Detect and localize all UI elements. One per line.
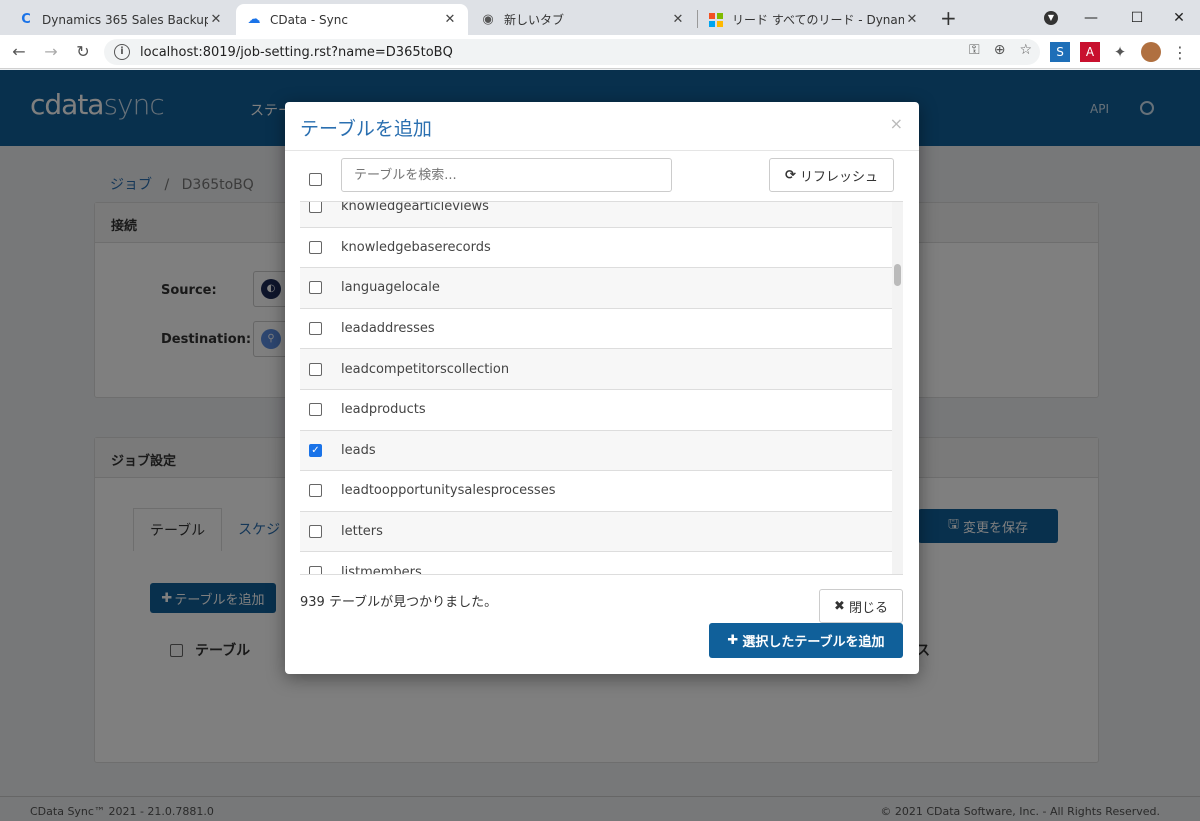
browser-toolbar: ← → ↻ i localhost:8019/job-setting.rst?n… <box>0 35 1200 69</box>
close-tab-icon[interactable]: ✕ <box>670 12 686 27</box>
table-name: leads <box>341 442 376 458</box>
table-row[interactable]: letters <box>300 511 892 553</box>
table-row[interactable]: ✓ leads <box>300 430 892 472</box>
table-row[interactable]: languagelocale <box>300 268 892 309</box>
add-selected-tables-button[interactable]: ✚ 選択したテーブルを追加 <box>709 623 903 658</box>
close-tab-icon[interactable]: ✕ <box>442 12 458 27</box>
table-checkbox[interactable] <box>309 240 322 254</box>
table-row[interactable]: knowledgearticleviews <box>300 201 892 228</box>
table-checkbox[interactable] <box>309 403 322 417</box>
table-checkbox[interactable]: ✓ <box>309 443 322 457</box>
chrome-icon: ◉ <box>482 12 494 27</box>
zoom-icon[interactable]: ⊕ <box>994 42 1006 58</box>
reload-icon[interactable]: ↻ <box>72 41 94 63</box>
new-tab-plus-icon[interactable]: + <box>940 6 957 30</box>
table-row[interactable]: leadtoopportunitysalesprocesses <box>300 471 892 512</box>
browser-tab-bar: C Dynamics 365 Sales Backup | Dyn ✕ ☁ CD… <box>0 0 1200 35</box>
cloud-sync-icon: ☁ <box>247 12 261 27</box>
browser-tab-new-tab[interactable]: ◉ 新しいタブ ✕ <box>470 4 696 35</box>
table-name: knowledgebaserecords <box>341 239 491 255</box>
table-checkbox[interactable] <box>309 484 322 498</box>
table-name: listmembers <box>341 564 422 575</box>
tables-found-count: 939 テーブルが見つかりました。 <box>300 595 498 610</box>
close-tab-icon[interactable]: ✕ <box>208 12 224 27</box>
table-name: leadtoopportunitysalesprocesses <box>341 483 556 499</box>
x-icon: ✖ <box>834 598 845 614</box>
table-row[interactable]: leadcompetitorscollection <box>300 349 892 390</box>
cdata-c-icon: C <box>21 12 31 27</box>
table-row[interactable]: leadproducts <box>300 390 892 431</box>
plus-icon: ✚ <box>727 633 739 648</box>
table-name: letters <box>341 524 383 540</box>
scrollbar-thumb[interactable] <box>894 264 901 286</box>
star-bookmark-icon[interactable]: ☆ <box>1019 42 1032 58</box>
modal-header-divider <box>285 150 919 151</box>
refresh-icon: ⟳ <box>785 167 796 183</box>
table-checkbox[interactable] <box>309 202 322 214</box>
add-table-modal: テーブルを追加 × ⟳ リフレッシュ knowledgearticleviews… <box>285 102 919 674</box>
close-button[interactable]: ✖ 閉じる <box>819 589 903 623</box>
table-checkbox[interactable] <box>309 525 322 539</box>
table-name: languagelocale <box>341 280 440 296</box>
puzzle-extensions-icon[interactable]: ✦ <box>1110 42 1130 62</box>
site-info-icon[interactable]: i <box>114 44 130 60</box>
refresh-button[interactable]: ⟳ リフレッシュ <box>769 158 894 192</box>
browser-tab-dynamics-leads[interactable]: リード すべてのリード - Dynamics 365 ✕ <box>698 4 930 35</box>
modal-close-icon[interactable]: × <box>890 114 903 133</box>
table-list[interactable]: knowledgearticleviews knowledgebaserecord… <box>300 201 903 575</box>
profile-avatar[interactable] <box>1141 42 1161 62</box>
table-row[interactable]: leadaddresses <box>300 309 892 350</box>
menu-kebab-icon[interactable]: ⋮ <box>1170 42 1190 62</box>
close-window-icon[interactable]: ✕ <box>1156 0 1200 35</box>
maximize-icon[interactable]: ☐ <box>1114 0 1160 35</box>
table-name: leadaddresses <box>341 321 435 337</box>
table-name: leadcompetitorscollection <box>341 361 510 377</box>
table-row[interactable]: knowledgebaserecords <box>300 228 892 269</box>
key-icon[interactable]: ⚿ <box>969 42 980 58</box>
table-checkbox[interactable] <box>309 362 322 376</box>
select-all-checkbox[interactable] <box>309 173 322 186</box>
close-tab-icon[interactable]: ✕ <box>904 12 920 27</box>
table-search-input[interactable] <box>341 158 672 192</box>
table-list-scrollbar[interactable] <box>892 202 903 574</box>
table-name: knowledgearticleviews <box>341 201 489 215</box>
minimize-icon[interactable]: — <box>1068 0 1114 35</box>
table-checkbox[interactable] <box>309 565 322 574</box>
extension-s-icon[interactable]: S <box>1050 42 1070 62</box>
modal-title: テーブルを追加 <box>300 118 432 140</box>
back-arrow-icon[interactable]: ← <box>8 41 30 63</box>
browser-tab-cdata-sync[interactable]: ☁ CData - Sync ✕ <box>236 4 468 35</box>
forward-arrow-icon[interactable]: → <box>40 41 62 63</box>
browser-tab-dynamics-backup[interactable]: C Dynamics 365 Sales Backup | Dyn ✕ <box>8 4 234 35</box>
table-checkbox[interactable] <box>309 281 322 295</box>
table-name: leadproducts <box>341 402 426 418</box>
table-checkbox[interactable] <box>309 322 322 336</box>
pdf-extension-icon[interactable]: A <box>1080 42 1100 62</box>
microsoft-icon <box>708 12 724 28</box>
table-row[interactable]: listmembers <box>300 552 892 575</box>
address-bar[interactable]: i localhost:8019/job-setting.rst?name=D3… <box>104 39 1040 65</box>
